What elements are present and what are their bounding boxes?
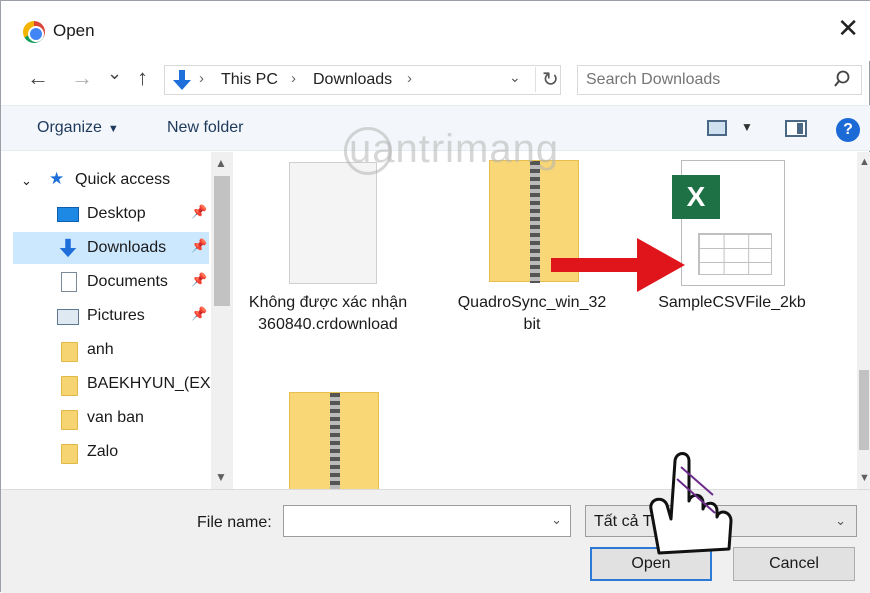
downloads-icon bbox=[59, 238, 77, 258]
sidebar-item-van-ban[interactable]: van ban bbox=[13, 402, 209, 434]
close-button[interactable]: ✕ bbox=[837, 15, 859, 41]
preview-pane-icon[interactable] bbox=[785, 120, 807, 137]
sidebar-item-label: van ban bbox=[87, 409, 144, 426]
sidebar-item-pictures[interactable]: Pictures 📌 bbox=[13, 300, 209, 332]
scroll-up-icon[interactable]: ▲ bbox=[215, 156, 227, 170]
downloads-arrow-icon bbox=[173, 70, 191, 90]
search-input[interactable] bbox=[586, 70, 826, 90]
scroll-up-icon[interactable]: ▲ bbox=[859, 156, 870, 168]
chrome-logo-icon bbox=[23, 21, 45, 43]
sidebar-item-label: Quick access bbox=[75, 171, 171, 188]
scrollbar-thumb[interactable] bbox=[214, 176, 230, 306]
file-list: Không được xác nhận 360840.crdownload Qu… bbox=[233, 152, 857, 489]
file-item[interactable] bbox=[257, 388, 407, 489]
title-bar: Open ✕ bbox=[1, 1, 870, 61]
file-name: QuadroSync_win_32bit bbox=[457, 294, 607, 333]
chevron-down-icon[interactable]: ⌄ bbox=[551, 512, 562, 528]
scroll-down-icon[interactable]: ▼ bbox=[859, 472, 870, 484]
sidebar-item-zalo[interactable]: Zalo bbox=[13, 436, 209, 468]
zip-folder-icon bbox=[289, 392, 379, 489]
document-icon bbox=[289, 162, 377, 284]
address-dropdown-icon[interactable]: ⌄ bbox=[509, 69, 521, 86]
breadcrumb-separator: › bbox=[407, 70, 412, 87]
open-file-dialog: Open ✕ ← → ⌄ ↑ › This PC › Downloads › ⌄… bbox=[0, 0, 870, 593]
breadcrumb-downloads[interactable]: Downloads bbox=[313, 71, 392, 89]
search-box[interactable] bbox=[577, 65, 862, 95]
excel-csv-icon: X bbox=[672, 160, 785, 286]
cancel-button[interactable]: Cancel bbox=[733, 547, 855, 581]
breadcrumb-separator: › bbox=[199, 70, 204, 87]
content-scrollbar[interactable]: ▲ ▼ bbox=[857, 152, 870, 489]
sidebar-item-quick-access[interactable]: ⌄ ★ Quick access bbox=[13, 164, 209, 196]
pictures-icon bbox=[57, 309, 79, 325]
caret-down-icon: ▼ bbox=[107, 123, 119, 135]
view-options-caret-icon[interactable]: ▼ bbox=[741, 120, 753, 134]
pointing-hand-icon bbox=[649, 452, 733, 555]
sidebar-item-label: Desktop bbox=[87, 205, 146, 222]
sidebar-item-label: Zalo bbox=[87, 443, 119, 460]
refresh-icon[interactable]: ↻ bbox=[535, 67, 559, 92]
sidebar-item-label: Pictures bbox=[87, 307, 145, 324]
watermark-logo-icon bbox=[344, 127, 392, 175]
change-view-icon[interactable] bbox=[707, 120, 727, 136]
navigation-pane: ⌄ ★ Quick access Desktop 📌 Downloads 📌 D… bbox=[1, 152, 233, 489]
desktop-icon bbox=[57, 207, 79, 222]
folder-icon bbox=[61, 444, 78, 464]
organize-label: Organize bbox=[37, 119, 102, 136]
window-title: Open bbox=[53, 21, 95, 40]
up-button[interactable]: ↑ bbox=[137, 65, 148, 91]
search-icon[interactable] bbox=[833, 69, 851, 89]
back-button[interactable]: ← bbox=[27, 65, 49, 91]
red-arrow-annotation bbox=[551, 238, 685, 292]
address-bar[interactable]: › This PC › Downloads › ⌄ ↻ bbox=[164, 65, 561, 95]
sidebar-item-label: Documents bbox=[87, 273, 168, 290]
command-toolbar: Organize ▼ New folder ▼ ? bbox=[1, 105, 870, 151]
navigation-scrollbar[interactable]: ▲ ▼ bbox=[211, 152, 233, 489]
sidebar-item-baekhyun[interactable]: BAEKHYUN_(EX( bbox=[13, 368, 216, 400]
help-icon[interactable]: ? bbox=[836, 118, 860, 142]
file-name-label: File name: bbox=[197, 514, 272, 531]
file-name: Không được xác nhận 360840.crdownload bbox=[248, 294, 408, 333]
chevron-down-icon: ⌄ bbox=[835, 513, 846, 528]
sidebar-item-downloads[interactable]: Downloads 📌 bbox=[13, 232, 209, 264]
excel-badge: X bbox=[672, 175, 720, 219]
breadcrumb-this-pc[interactable]: This PC bbox=[221, 71, 278, 89]
folder-icon bbox=[61, 376, 78, 396]
sidebar-item-label: BAEKHYUN_(EX( bbox=[87, 375, 216, 392]
star-icon: ★ bbox=[49, 169, 65, 188]
organize-button[interactable]: Organize ▼ bbox=[37, 119, 119, 137]
sidebar-item-anh[interactable]: anh bbox=[13, 334, 209, 366]
forward-button[interactable]: → bbox=[71, 65, 93, 91]
pin-icon: 📌 bbox=[191, 238, 208, 253]
expand-chevron-icon[interactable]: ⌄ bbox=[21, 173, 32, 189]
folder-icon bbox=[61, 342, 78, 362]
pin-icon: 📌 bbox=[191, 306, 208, 321]
pin-icon: 📌 bbox=[191, 272, 208, 287]
file-name-combobox[interactable]: ⌄ bbox=[283, 505, 571, 537]
sidebar-item-desktop[interactable]: Desktop 📌 bbox=[13, 198, 209, 230]
new-folder-button[interactable]: New folder bbox=[167, 119, 243, 137]
folder-icon bbox=[61, 410, 78, 430]
sidebar-item-label: Downloads bbox=[87, 239, 167, 256]
pin-icon: 📌 bbox=[191, 204, 208, 219]
documents-icon bbox=[61, 272, 77, 292]
scroll-down-icon[interactable]: ▼ bbox=[215, 470, 227, 484]
scrollbar-thumb[interactable] bbox=[859, 370, 869, 450]
sidebar-item-documents[interactable]: Documents 📌 bbox=[13, 266, 209, 298]
file-name-input[interactable] bbox=[290, 511, 530, 531]
file-item[interactable]: Không được xác nhận 360840.crdownload bbox=[233, 152, 423, 382]
sidebar-item-label: anh bbox=[87, 341, 114, 358]
breadcrumb-separator: › bbox=[291, 70, 296, 87]
recent-locations-button[interactable]: ⌄ bbox=[107, 63, 122, 84]
